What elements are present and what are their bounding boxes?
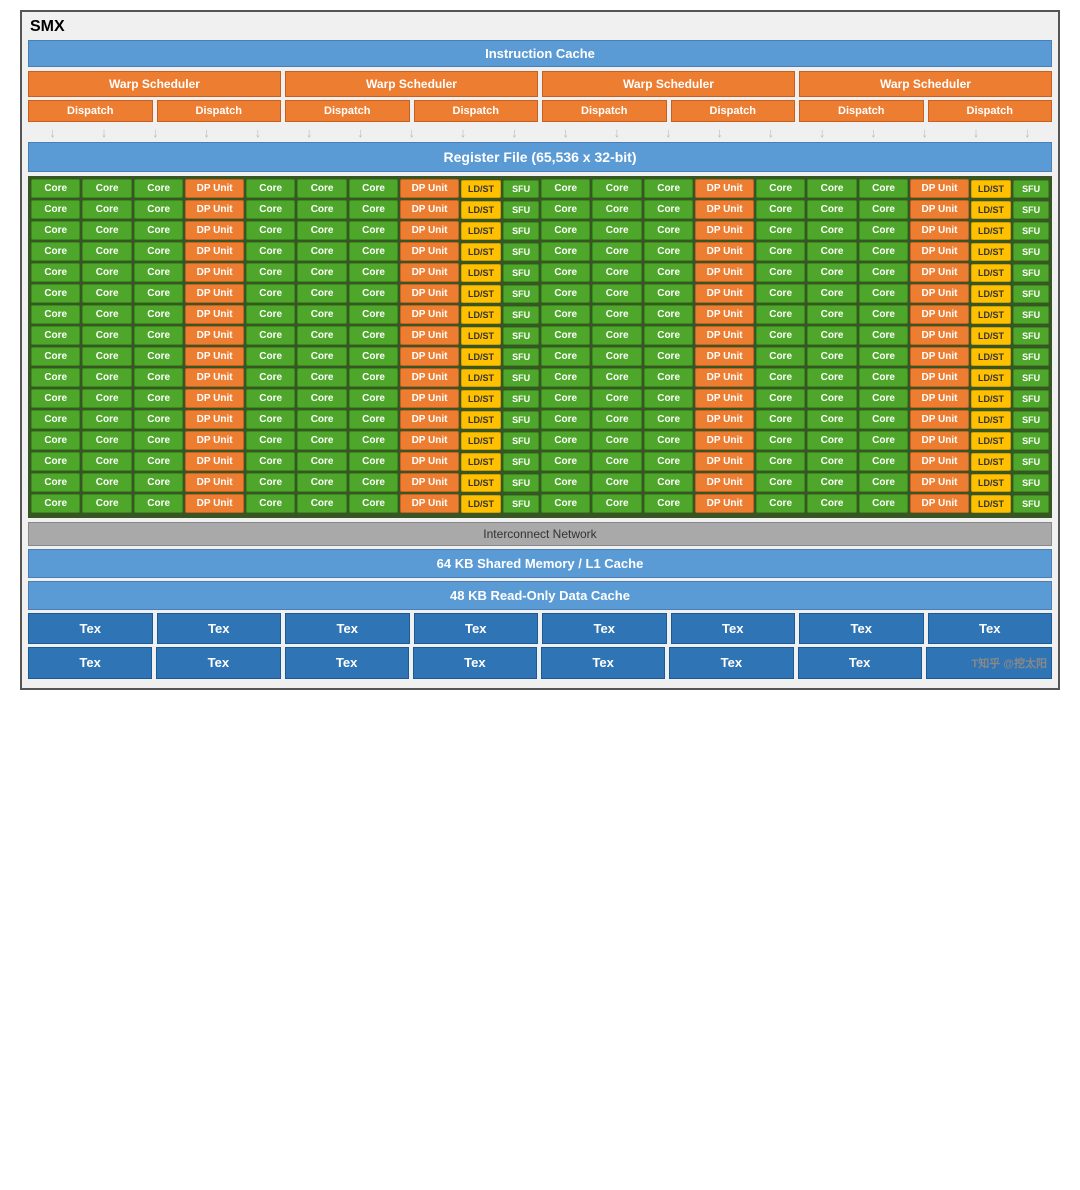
tex-unit-3: Tex: [285, 613, 410, 644]
interconnect-network: Interconnect Network: [28, 522, 1052, 546]
tex-unit-1: Tex: [28, 613, 153, 644]
cores-area: Core Core Core DP Unit Core Core Core DP…: [28, 176, 1052, 518]
readonly-cache: 48 KB Read-Only Data Cache: [28, 581, 1052, 610]
warp-scheduler-3: Warp Scheduler: [542, 71, 795, 97]
tex-unit-5: Tex: [542, 613, 667, 644]
core-cell: Core: [644, 179, 693, 198]
core-row-2: Core Core Core DP Unit Core Core Core DP…: [31, 200, 1049, 219]
dp-unit: DP Unit: [400, 179, 459, 198]
tex-unit-16-watermark: T知乎 @挖太阳: [926, 647, 1052, 679]
dispatch-3: Dispatch: [285, 100, 410, 122]
core-row-9: Core Core Core DP Unit Core Core Core DP…: [31, 347, 1049, 366]
tex-unit-4: Tex: [414, 613, 539, 644]
core-cell: Core: [297, 179, 346, 198]
tex-row-2: Tex Tex Tex Tex Tex Tex Tex T知乎 @挖太阳: [28, 647, 1052, 679]
ldst-unit: LD/ST: [461, 180, 501, 198]
dispatch-7: Dispatch: [799, 100, 924, 122]
warp-scheduler-4: Warp Scheduler: [799, 71, 1052, 97]
tex-unit-10: Tex: [156, 647, 280, 679]
core-row-15: Core Core Core DP Unit Core Core Core DP…: [31, 473, 1049, 492]
tex-unit-11: Tex: [285, 647, 409, 679]
dispatch-8: Dispatch: [928, 100, 1053, 122]
core-row-6: Core Core Core DP Unit Core Core Core DP…: [31, 284, 1049, 303]
core-cell: Core: [134, 179, 183, 198]
tex-unit-2: Tex: [157, 613, 282, 644]
core-row-10: Core Core Core DP Unit Core Core Core DP…: [31, 368, 1049, 387]
dp-unit: DP Unit: [910, 179, 969, 198]
tex-unit-13: Tex: [541, 647, 665, 679]
warp-scheduler-1: Warp Scheduler: [28, 71, 281, 97]
register-file: Register File (65,536 x 32-bit): [28, 142, 1052, 172]
core-cell: Core: [82, 179, 131, 198]
tex-unit-7: Tex: [799, 613, 924, 644]
core-cell: Core: [31, 179, 80, 198]
dispatch-row: Dispatch Dispatch Dispatch Dispatch Disp…: [28, 100, 1052, 122]
core-row-1: Core Core Core DP Unit Core Core Core DP…: [31, 179, 1049, 198]
tex-unit-12: Tex: [413, 647, 537, 679]
core-cell: Core: [246, 179, 295, 198]
core-cell: Core: [592, 179, 641, 198]
core-cell: Core: [541, 179, 590, 198]
core-cell: Core: [807, 179, 856, 198]
warp-scheduler-2: Warp Scheduler: [285, 71, 538, 97]
instruction-cache: Instruction Cache: [28, 40, 1052, 67]
tex-unit-8: Tex: [928, 613, 1053, 644]
sfu-unit: SFU: [503, 180, 539, 198]
ldst-unit: LD/ST: [971, 180, 1011, 198]
core-row-12: Core Core Core DP Unit Core Core Core DP…: [31, 410, 1049, 429]
core-row-14: Core Core Core DP Unit Core Core Core DP…: [31, 452, 1049, 471]
dp-unit: DP Unit: [185, 179, 244, 198]
tex-unit-6: Tex: [671, 613, 796, 644]
dispatch-6: Dispatch: [671, 100, 796, 122]
core-row-11: Core Core Core DP Unit Core Core Core DP…: [31, 389, 1049, 408]
core-cell: Core: [859, 179, 908, 198]
core-row-7: Core Core Core DP Unit Core Core Core DP…: [31, 305, 1049, 324]
core-row-13: Core Core Core DP Unit Core Core Core DP…: [31, 431, 1049, 450]
warp-scheduler-row: Warp Scheduler Warp Scheduler Warp Sched…: [28, 71, 1052, 97]
smx-diagram: SMX Instruction Cache Warp Scheduler War…: [20, 10, 1060, 690]
core-cell: Core: [756, 179, 805, 198]
arrows-area: ↓ ↓ ↓ ↓ ↓ ↓ ↓ ↓ ↓ ↓ ↓ ↓ ↓ ↓ ↓ ↓ ↓ ↓ ↓ ↓: [28, 125, 1052, 140]
core-row-8: Core Core Core DP Unit Core Core Core DP…: [31, 326, 1049, 345]
core-cell: Core: [349, 179, 398, 198]
tex-unit-14: Tex: [669, 647, 793, 679]
core-row-3: Core Core Core DP Unit Core Core Core DP…: [31, 221, 1049, 240]
core-row-16: Core Core Core DP Unit Core Core Core DP…: [31, 494, 1049, 513]
core-row-4: Core Core Core DP Unit Core Core Core DP…: [31, 242, 1049, 261]
dp-unit: DP Unit: [695, 179, 754, 198]
tex-row-1: Tex Tex Tex Tex Tex Tex Tex Tex: [28, 613, 1052, 644]
core-row-5: Core Core Core DP Unit Core Core Core DP…: [31, 263, 1049, 282]
tex-unit-15: Tex: [798, 647, 922, 679]
sfu-unit: SFU: [1013, 180, 1049, 198]
dispatch-2: Dispatch: [157, 100, 282, 122]
smx-title: SMX: [28, 18, 1052, 36]
dispatch-5: Dispatch: [542, 100, 667, 122]
shared-memory: 64 KB Shared Memory / L1 Cache: [28, 549, 1052, 578]
dispatch-1: Dispatch: [28, 100, 153, 122]
tex-unit-9: Tex: [28, 647, 152, 679]
dispatch-4: Dispatch: [414, 100, 539, 122]
